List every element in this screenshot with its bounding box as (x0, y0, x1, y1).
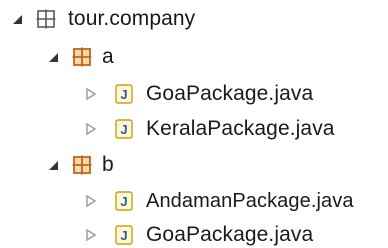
package-icon (36, 9, 56, 29)
tree-node-package-a[interactable]: a (46, 42, 114, 72)
expanded-arrow-icon[interactable] (46, 158, 60, 172)
collapsed-arrow-icon[interactable] (84, 228, 98, 242)
tree-node-label: b (102, 153, 114, 176)
collapsed-arrow-icon[interactable] (84, 87, 98, 101)
svg-text:J: J (120, 122, 127, 137)
tree-node-package-b[interactable]: b (46, 150, 114, 180)
tree-node-label: AndamanPackage.java (146, 190, 354, 212)
tree-node-root[interactable]: tour.company (10, 4, 195, 34)
collapsed-arrow-icon[interactable] (84, 194, 98, 208)
java-file-icon: J (114, 191, 134, 211)
tree-node-label: a (102, 45, 114, 68)
tree-node-label: tour.company (68, 7, 196, 30)
tree-node-label: GoaPackage.java (146, 82, 314, 105)
package-icon (72, 155, 92, 175)
expanded-arrow-icon[interactable] (46, 50, 60, 64)
tree-node-label: KeralaPackage.java (146, 117, 335, 140)
package-explorer-tree: tour.company a J GoaPackage.java J Keral… (0, 0, 388, 248)
tree-node-file[interactable]: J GoaPackage.java (84, 220, 313, 248)
java-file-icon: J (114, 225, 134, 245)
java-file-icon: J (114, 84, 134, 104)
tree-node-file[interactable]: J AndamanPackage.java (84, 186, 354, 216)
tree-node-file[interactable]: J GoaPackage.java (84, 79, 313, 109)
collapsed-arrow-icon[interactable] (84, 122, 98, 136)
tree-node-label: GoaPackage.java (146, 223, 314, 246)
package-icon (72, 47, 92, 67)
expanded-arrow-icon[interactable] (10, 12, 24, 26)
svg-text:J: J (120, 228, 127, 243)
svg-text:J: J (120, 87, 127, 102)
java-file-icon: J (114, 119, 134, 139)
svg-text:J: J (120, 194, 127, 209)
tree-node-file[interactable]: J KeralaPackage.java (84, 114, 335, 144)
